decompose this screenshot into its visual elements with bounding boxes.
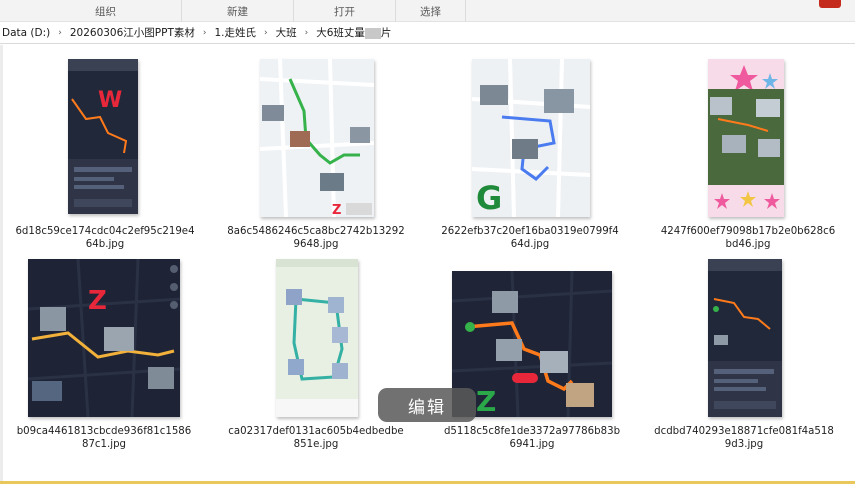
ribbon-group-open[interactable]: 打开 [294,0,396,22]
file-thumbnail[interactable]: Z [452,271,612,417]
chevron-right-icon[interactable]: › [197,28,213,38]
svg-text:Z: Z [332,203,341,217]
file-thumbnail[interactable] [276,259,358,417]
file-name[interactable]: dcdbd740293e18871cfe081f4a5189d3.jpg [654,425,834,451]
breadcrumb-folder-class[interactable]: 大班 [274,25,299,40]
file-name[interactable]: ca02317def0131ac605b4edbedbe851e.jpg [226,425,406,451]
chevron-right-icon[interactable]: › [258,28,274,38]
file-thumbnail[interactable]: G [472,59,590,217]
file-explorer-window: 组织 新建 打开 选择 Data (D:) › 20260306江小图PPT素材… [0,0,855,484]
svg-text:W: W [98,88,122,113]
breadcrumb-current-prefix: 大6班丈量 [316,27,365,39]
edit-toast[interactable]: 编辑 [378,388,476,422]
svg-text:G: G [476,179,502,217]
breadcrumb-folder-surname[interactable]: 1.走姓氏 [212,25,258,40]
ribbon-group-organize[interactable]: 组织 [30,0,182,22]
ribbon-group-select[interactable]: 选择 [396,0,466,22]
file-name[interactable]: 4247f600ef79098b17b2e0b628c6bd46.jpg [658,225,838,251]
route-map-image: Z [452,271,612,417]
file-thumbnail[interactable]: W [68,59,138,214]
file-thumbnail[interactable]: Z [260,59,374,217]
route-map-image: G [472,59,590,217]
route-map-image: Z [260,59,374,217]
route-map-image [708,59,784,217]
breadcrumb-folder-materials[interactable]: 20260306江小图PPT素材 [68,25,197,40]
file-name[interactable]: 6d18c59ce174cdc04c2ef95c219e464b.jpg [15,225,195,251]
redacted-block [364,27,381,39]
file-name[interactable]: 2622efb37c20ef16ba0319e0799f464d.jpg [440,225,620,251]
route-map-image: W [68,59,138,214]
breadcrumb-drive[interactable]: Data (D:) [0,27,52,39]
ribbon-group-new[interactable]: 新建 [182,0,294,22]
chevron-right-icon[interactable]: › [52,28,68,38]
svg-text:Z: Z [88,286,107,316]
close-icon[interactable] [819,0,841,8]
route-map-image [276,259,358,417]
ribbon-group-labels: 组织 新建 打开 选择 [0,0,855,22]
route-map-image [708,259,782,417]
file-thumbnail[interactable] [708,59,784,217]
file-thumbnail[interactable] [708,259,782,417]
file-thumbnail[interactable]: Z [28,259,180,417]
breadcrumb-current-suffix: 片 [380,27,392,39]
file-name[interactable]: 8a6c5486246c5ca8bc2742b132929648.jpg [226,225,406,251]
address-bar[interactable]: Data (D:) › 20260306江小图PPT素材 › 1.走姓氏 › 大… [0,22,855,44]
breadcrumb-folder-current[interactable]: 大6班丈量 片 [314,25,393,40]
chevron-right-icon[interactable]: › [299,28,315,38]
file-name[interactable]: d5118c5c8fe1de3372a97786b83b6941.jpg [442,425,622,451]
file-name[interactable]: b09ca4461813cbcde936f81c158687c1.jpg [14,425,194,451]
route-map-image: Z [28,259,180,417]
svg-text:Z: Z [476,385,496,417]
